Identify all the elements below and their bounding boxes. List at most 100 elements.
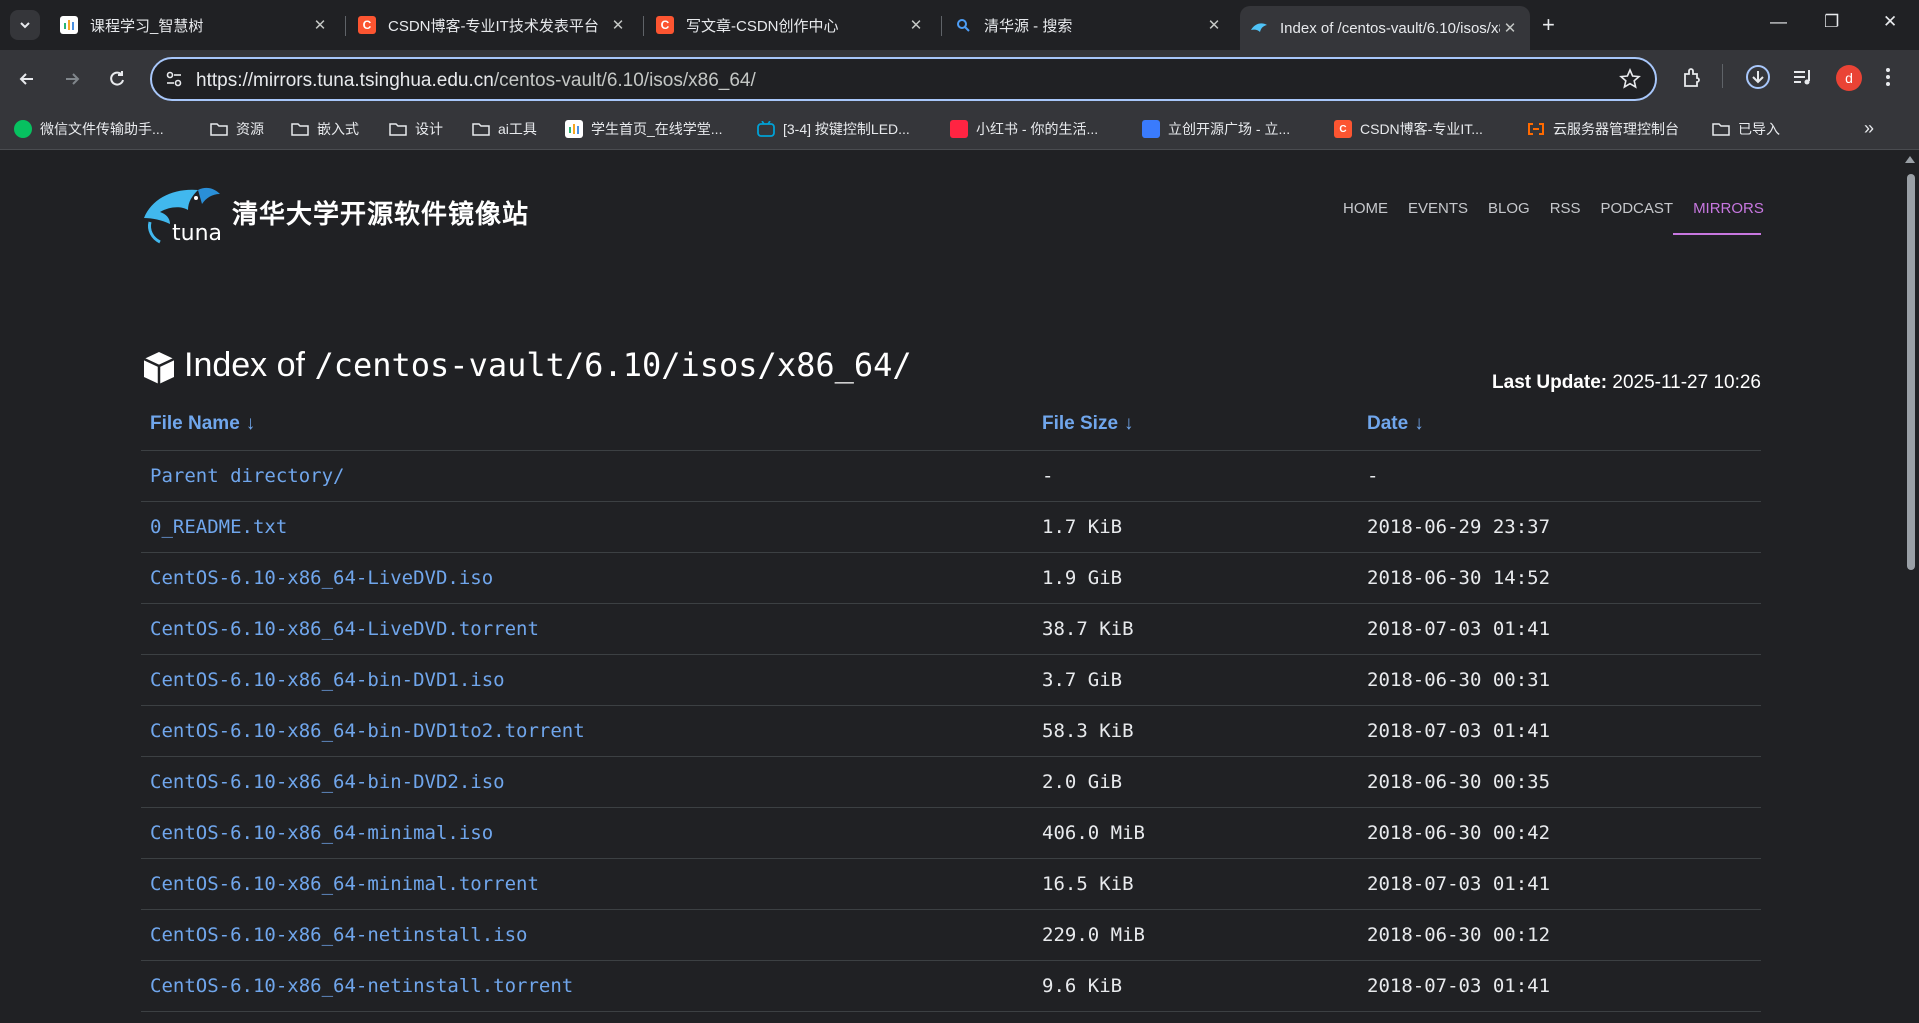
xiaohongshu-icon (950, 120, 968, 138)
file-date: 2018-07-03 01:41 (1358, 960, 1761, 1012)
last-update: Last Update: 2025-11-27 10:26 (1492, 372, 1761, 394)
sort-by-name[interactable]: File Name ↓ (141, 398, 1033, 451)
address-bar[interactable]: https://mirrors.tuna.tsinghua.edu.cn/cen… (150, 57, 1657, 101)
url-text[interactable]: https://mirrors.tuna.tsinghua.edu.cn/cen… (196, 70, 756, 92)
window-close-button[interactable]: ✕ (1883, 12, 1897, 32)
bookmark-folder[interactable]: 设计 (389, 118, 443, 140)
bookmark-item[interactable]: 学生首页_在线学堂... (565, 118, 722, 140)
scroll-up-arrow-icon[interactable] (1905, 156, 1915, 163)
bookmark-label: 设计 (415, 121, 443, 137)
sort-arrow-icon: ↓ (1124, 412, 1134, 434)
zhihuishu-icon (565, 120, 583, 138)
close-icon[interactable]: ✕ (1500, 19, 1520, 37)
site-info-icon[interactable] (164, 69, 184, 94)
tab-search-button[interactable] (10, 10, 40, 40)
tab-title: 写文章-CSDN创作中心 (686, 17, 839, 35)
bookmark-label: 学生首页_在线学堂... (591, 121, 723, 137)
bookmarks-overflow-button[interactable]: » (1864, 118, 1874, 139)
close-icon[interactable]: ✕ (608, 16, 628, 34)
oshwhub-icon (1142, 120, 1160, 138)
table-row: CentOS-6.10-x86_64-bin-DVD1to2.torrent 58… (141, 705, 1761, 757)
bookmark-folder[interactable]: 资源 (210, 118, 264, 140)
tab-strip: 课程学习_智慧树 ✕ C CSDN博客-专业IT技术发表平台 ✕ C 写文章-C… (0, 0, 1919, 50)
arrow-right-icon (66, 73, 80, 85)
table-row: CentOS-6.10-x86_64-netinstall.iso 229.0 M… (141, 909, 1761, 961)
page-scrollbar[interactable] (1901, 150, 1919, 1023)
tab-bing-search[interactable]: 清华源 - 搜索 ✕ (944, 8, 1234, 42)
nav-podcast[interactable]: PODCAST (1601, 200, 1674, 217)
toolbar-divider (1722, 64, 1723, 88)
tab-tuna-index[interactable]: Index of /centos-vault/6.10/isos/x86_64/… (1240, 6, 1530, 50)
extensions-icon[interactable] (1680, 66, 1704, 95)
file-size: - (1033, 450, 1358, 502)
media-control-icon[interactable] (1791, 66, 1815, 95)
bookmark-star-icon[interactable] (1619, 67, 1641, 95)
file-link[interactable]: CentOS-6.10-x86_64-minimal.torrent (141, 858, 1033, 910)
table-header-row: File Name ↓ File Size ↓ Date ↓ (141, 398, 1761, 451)
nav-mirrors[interactable]: MIRRORS (1693, 200, 1764, 217)
reload-icon (110, 71, 124, 86)
tab-zhihuishu[interactable]: 课程学习_智慧树 ✕ (50, 8, 340, 42)
download-icon[interactable] (1744, 63, 1772, 96)
folder-icon (291, 120, 309, 138)
bookmark-folder[interactable]: 已导入 (1712, 118, 1780, 140)
scroll-thumb[interactable] (1907, 174, 1915, 570)
sort-arrow-icon: ↓ (245, 412, 256, 434)
menu-kebab-icon[interactable] (1884, 66, 1892, 93)
file-link[interactable]: CentOS-6.10-x86_64-LiveDVD.iso (141, 552, 1033, 604)
file-link[interactable]: CentOS-6.10-x86_64-netinstall.torrent (141, 960, 1033, 1012)
file-link[interactable]: CentOS-6.10-x86_64-bin-DVD1.iso (141, 654, 1033, 706)
aliyun-icon (1527, 120, 1545, 138)
minimize-button[interactable]: — (1770, 12, 1787, 32)
nav-events[interactable]: EVENTS (1408, 200, 1468, 217)
close-icon[interactable]: ✕ (1204, 16, 1224, 34)
forward-button[interactable] (58, 65, 86, 93)
file-date: 2018-06-30 00:35 (1358, 756, 1761, 808)
nav-home[interactable]: HOME (1343, 200, 1388, 217)
back-button[interactable] (13, 65, 41, 93)
file-date: 2018-07-03 01:41 (1358, 603, 1761, 655)
tuna-logo[interactable]: tuna (140, 180, 224, 244)
bookmark-folder[interactable]: 嵌入式 (291, 118, 359, 140)
bookmark-item[interactable]: 云服务器管理控制台 (1527, 118, 1679, 140)
site-title[interactable]: 清华大学开源软件镜像站 (232, 194, 529, 231)
bookmark-label: 已导入 (1738, 121, 1780, 137)
bookmark-item[interactable]: 立创开源广场 - 立... (1142, 118, 1290, 140)
bookmark-label: 小红书 - 你的生活... (976, 121, 1099, 137)
nav-blog[interactable]: BLOG (1488, 200, 1530, 217)
table-row: CentOS-6.10-x86_64-minimal.iso 406.0 MiB 2… (141, 807, 1761, 859)
close-icon[interactable]: ✕ (310, 16, 330, 34)
url-host: https://mirrors.tuna.tsinghua.edu.cn (196, 70, 494, 91)
nav-rss[interactable]: RSS (1550, 200, 1581, 217)
sort-by-date[interactable]: Date ↓ (1358, 398, 1761, 451)
bookmark-item[interactable]: [3-4] 按键控制LED... (757, 118, 910, 140)
file-link[interactable]: CentOS-6.10-x86_64-LiveDVD.torrent (141, 603, 1033, 655)
bookmark-item[interactable]: C CSDN博客-专业IT... (1334, 118, 1483, 140)
folder-icon (1712, 120, 1730, 138)
bookmark-item[interactable]: 小红书 - 你的生活... (950, 118, 1098, 140)
profile-avatar[interactable]: d (1836, 65, 1862, 91)
tab-csdn-blog[interactable]: C CSDN博客-专业IT技术发表平台 ✕ (348, 8, 638, 42)
reload-button[interactable] (103, 65, 131, 93)
file-link[interactable]: Parent directory/ (141, 450, 1033, 502)
new-tab-button[interactable]: + (1542, 12, 1555, 38)
file-link[interactable]: 0_README.txt (141, 501, 1033, 553)
close-icon[interactable]: ✕ (906, 16, 926, 34)
cube-icon (143, 352, 175, 384)
tab-title: Index of /centos-vault/6.10/isos/x86_64/ (1280, 19, 1500, 37)
tab-csdn-write[interactable]: C 写文章-CSDN创作中心 ✕ (646, 8, 936, 42)
file-link[interactable]: CentOS-6.10-x86_64-minimal.iso (141, 807, 1033, 859)
file-link[interactable]: CentOS-6.10-x86_64-bin-DVD2.iso (141, 756, 1033, 808)
bookmark-folder[interactable]: ai工具 (472, 118, 537, 140)
file-date: - (1358, 450, 1761, 502)
sort-by-size[interactable]: File Size ↓ (1033, 398, 1358, 451)
restore-button[interactable]: ❐ (1824, 12, 1839, 32)
title-prefix: Index of (184, 346, 305, 384)
file-link[interactable]: CentOS-6.10-x86_64-netinstall.iso (141, 909, 1033, 961)
table-row: CentOS-6.10-x86_64-LiveDVD.iso 1.9 GiB 201… (141, 552, 1761, 604)
bookmark-label: [3-4] 按键控制LED... (783, 121, 910, 137)
file-link[interactable]: CentOS-6.10-x86_64-bin-DVD1to2.torrent (141, 705, 1033, 757)
bilibili-icon (757, 120, 775, 138)
bookmark-item[interactable]: 微信文件传输助手... (14, 118, 164, 140)
file-size: 406.0 MiB (1033, 807, 1358, 859)
